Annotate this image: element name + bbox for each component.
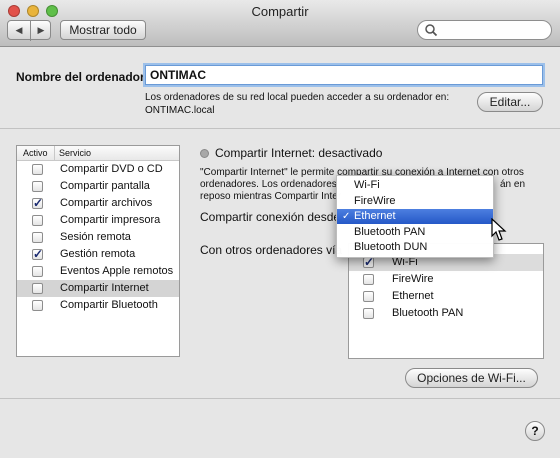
share-from-popup-menu[interactable]: Wi-Fi FireWire ✓ Ethernet Bluetooth PAN Bluet… — [336, 175, 494, 258]
column-service-header[interactable]: Servicio — [54, 146, 91, 160]
ports-list[interactable]: ✓ Wi-Fi FireWire Ethernet Bluetooth PAN — [348, 243, 544, 359]
menu-item[interactable]: FireWire — [337, 194, 493, 209]
search-icon — [425, 24, 438, 37]
divider — [0, 398, 560, 399]
status-indicator-icon — [200, 149, 209, 158]
service-row[interactable]: Compartir Bluetooth — [17, 297, 179, 314]
help-button[interactable]: ? — [525, 421, 545, 441]
show-all-button[interactable]: Mostrar todo — [60, 20, 146, 40]
port-row-label: Ethernet — [392, 290, 434, 302]
menu-item[interactable]: ✓ Ethernet — [337, 209, 493, 224]
description-line-end: án en — [500, 179, 526, 190]
description-line-start: ordenadores. Los ordenadores — [200, 179, 337, 190]
checkbox[interactable] — [363, 274, 374, 285]
checkbox[interactable] — [32, 266, 43, 277]
checkbox[interactable] — [363, 308, 374, 319]
search-field[interactable] — [417, 20, 552, 40]
menu-item-label: FireWire — [354, 194, 396, 207]
forward-icon[interactable]: ▶ — [30, 21, 52, 41]
checkbox[interactable] — [363, 291, 374, 302]
service-row[interactable]: Eventos Apple remotos — [17, 263, 179, 280]
computer-name-input[interactable]: ONTIMAC — [145, 65, 543, 85]
checkmark-icon: ✓ — [33, 247, 44, 261]
service-row[interactable]: Compartir DVD o CD — [17, 161, 179, 178]
menu-item-label: Bluetooth PAN — [354, 225, 426, 238]
wifi-options-button[interactable]: Opciones de Wi-Fi... — [405, 368, 538, 388]
checkmark-icon: ✓ — [33, 196, 44, 210]
service-row-label: Compartir impresora — [60, 214, 161, 226]
checkbox[interactable] — [32, 164, 43, 175]
checkbox[interactable] — [32, 232, 43, 243]
checkbox[interactable] — [32, 181, 43, 192]
window-title: Compartir — [251, 4, 309, 19]
service-row-label: Compartir archivos — [60, 197, 153, 209]
mouse-pointer-icon — [491, 218, 507, 241]
checkbox[interactable]: ✓ — [363, 255, 374, 269]
computer-address-description: Los ordenadores de su red local pueden a… — [145, 91, 485, 117]
back-forward-control[interactable]: ◀ ▶ — [7, 20, 52, 41]
menu-item-label: Ethernet — [354, 210, 396, 222]
port-row-label: FireWire — [392, 273, 434, 285]
services-list-header: Activo Servicio — [17, 146, 179, 161]
checkbox[interactable] — [32, 283, 43, 294]
port-row[interactable]: FireWire — [349, 271, 543, 288]
checkbox[interactable]: ✓ — [32, 196, 44, 210]
service-row[interactable]: ✓ Gestión remota — [17, 246, 179, 263]
service-row[interactable]: Compartir pantalla — [17, 178, 179, 195]
port-row-label: Bluetooth PAN — [392, 307, 464, 319]
checkbox[interactable] — [32, 300, 43, 311]
to-computers-label: Con otros ordenadores vía — [200, 243, 343, 257]
address-description-text: Los ordenadores de su red local pueden a… — [145, 92, 450, 103]
checkmark-icon: ✓ — [342, 211, 351, 222]
service-row-label: Compartir Bluetooth — [60, 299, 158, 311]
menu-item-label: Wi-Fi — [354, 179, 380, 191]
service-row-label: Compartir Internet — [60, 282, 149, 294]
checkbox[interactable]: ✓ — [32, 247, 44, 261]
share-from-label: Compartir conexión desde — [200, 210, 341, 224]
local-address: ONTIMAC.local — [145, 105, 215, 116]
service-row-label: Compartir pantalla — [60, 180, 150, 192]
service-row-label: Compartir DVD o CD — [60, 163, 163, 175]
menu-item-label: Bluetooth DUN — [354, 241, 428, 253]
port-row[interactable]: Ethernet — [349, 288, 543, 305]
divider — [0, 128, 560, 129]
service-row[interactable]: Sesión remota — [17, 229, 179, 246]
services-list[interactable]: Activo Servicio Compartir DVD o CD Compar… — [16, 145, 180, 357]
service-row[interactable]: Compartir Internet — [17, 280, 179, 297]
menu-item[interactable]: Bluetooth PAN — [337, 225, 493, 240]
back-icon[interactable]: ◀ — [8, 21, 31, 41]
sharing-status: Compartir Internet: desactivado — [215, 146, 383, 160]
column-active-header[interactable]: Activo — [23, 146, 48, 160]
service-row[interactable]: ✓ Compartir archivos — [17, 195, 179, 212]
menu-item[interactable]: Wi-Fi — [337, 178, 493, 193]
port-row[interactable]: Bluetooth PAN — [349, 305, 543, 322]
service-row-label: Gestión remota — [60, 248, 136, 260]
service-row-label: Eventos Apple remotos — [60, 265, 174, 277]
service-row[interactable]: Compartir impresora — [17, 212, 179, 229]
computer-name-label: Nombre del ordenador: — [16, 70, 149, 84]
edit-button[interactable]: Editar... — [477, 92, 543, 112]
checkbox[interactable] — [32, 215, 43, 226]
service-row-label: Sesión remota — [60, 231, 131, 243]
menu-item[interactable]: Bluetooth DUN — [337, 240, 493, 255]
